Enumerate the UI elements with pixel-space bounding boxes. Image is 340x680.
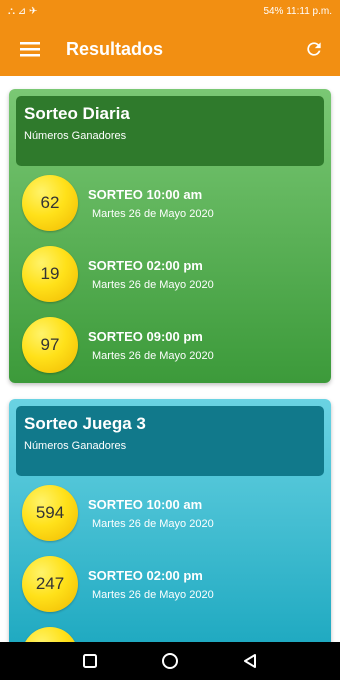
draw-row: 594 SORTEO 10:00 am Martes 26 de Mayo 20…: [22, 483, 322, 543]
draw-date: Martes 26 de Mayo 2020: [92, 588, 214, 601]
signal-icons: ⛬ ⊿ ✈: [8, 5, 38, 17]
card-header: Sorteo Diaria Números Ganadores: [16, 96, 324, 166]
number-ball: 19: [22, 246, 78, 302]
draw-time: SORTEO 10:00 am: [88, 496, 203, 512]
page-title: Resultados: [66, 38, 164, 59]
draw-row: 19 SORTEO 02:00 pm Martes 26 de Mayo 202…: [22, 244, 322, 304]
draw-row-partial: [22, 625, 322, 642]
draw-date: Martes 26 de Mayo 2020: [92, 349, 214, 362]
status-left: ⛬ ⊿ ✈: [8, 6, 37, 17]
draw-row: 247 SORTEO 02:00 pm Martes 26 de Mayo 20…: [22, 554, 322, 614]
draw-row: 62 SORTEO 10:00 am Martes 26 de Mayo 202…: [22, 173, 322, 233]
status-bar: ⛬ ⊿ ✈ 54% 11:11 p.m.: [0, 0, 340, 22]
card-header: Sorteo Juega 3 Números Ganadores: [16, 406, 324, 476]
status-right: 54% 11:11 p.m.: [263, 6, 332, 17]
refresh-button[interactable]: [292, 27, 336, 71]
draw-time: SORTEO 02:00 pm: [88, 567, 203, 583]
draw-info: SORTEO 02:00 pm Martes 26 de Mayo 2020: [88, 568, 214, 601]
card-subtitle: Números Ganadores: [24, 130, 127, 142]
card-subtitle: Números Ganadores: [24, 440, 127, 452]
card-title: Sorteo Diaria: [24, 104, 130, 123]
results-list[interactable]: Sorteo Diaria Números Ganadores 62 SORTE…: [0, 76, 340, 642]
draw-info: SORTEO 10:00 am Martes 26 de Mayo 2020: [88, 497, 214, 530]
draw-date: Martes 26 de Mayo 2020: [92, 207, 214, 220]
number-ball: 594: [22, 485, 78, 541]
draw-time: SORTEO 10:00 am: [88, 186, 203, 202]
draw-time: SORTEO 02:00 pm: [88, 257, 203, 273]
draw-time: SORTEO 09:00 pm: [88, 328, 203, 344]
number-ball: 247: [22, 556, 78, 612]
home-button[interactable]: [158, 649, 182, 673]
number-ball: 97: [22, 317, 78, 373]
back-triangle-icon: [244, 654, 256, 668]
number-ball: 62: [22, 175, 78, 231]
number-ball: [22, 627, 78, 642]
draw-info: SORTEO 09:00 pm Martes 26 de Mayo 2020: [88, 329, 214, 362]
home-circle-icon: [162, 653, 178, 669]
recents-button[interactable]: [78, 649, 102, 673]
card-sorteo-diaria[interactable]: Sorteo Diaria Números Ganadores 62 SORTE…: [9, 89, 331, 383]
app-bar: Resultados: [0, 22, 340, 76]
system-nav-bar: [0, 642, 340, 680]
battery-clock: 54% 11:11 p.m.: [263, 5, 332, 17]
draw-row: 97 SORTEO 09:00 pm Martes 26 de Mayo 202…: [22, 315, 322, 375]
recents-square-icon: [83, 654, 97, 668]
draw-info: SORTEO 10:00 am Martes 26 de Mayo 2020: [88, 187, 214, 220]
draw-date: Martes 26 de Mayo 2020: [92, 517, 214, 530]
refresh-icon: [307, 42, 321, 56]
draw-date: Martes 26 de Mayo 2020: [92, 278, 214, 291]
card-title: Sorteo Juega 3: [24, 414, 146, 433]
menu-button[interactable]: [8, 27, 52, 71]
hamburger-menu-icon: [20, 42, 40, 57]
card-sorteo-juega-3[interactable]: Sorteo Juega 3 Números Ganadores 594 SOR…: [9, 399, 331, 642]
back-button[interactable]: [238, 649, 262, 673]
draw-info: SORTEO 02:00 pm Martes 26 de Mayo 2020: [88, 258, 214, 291]
